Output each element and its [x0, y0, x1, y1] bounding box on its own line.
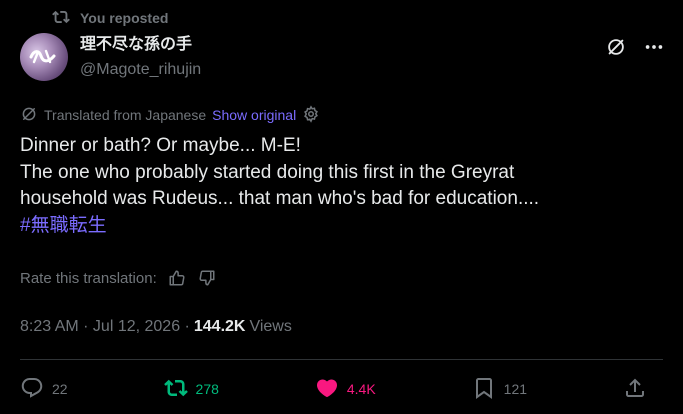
views-count: 144.2K [193, 318, 246, 335]
repost-count: 278 [195, 381, 219, 397]
display-name[interactable]: 理不尽な孫の手 [80, 35, 201, 55]
bookmark-icon [472, 376, 496, 403]
reply-icon [20, 376, 44, 403]
bookmark-button[interactable]: 121 [472, 376, 527, 403]
more-icon[interactable] [643, 36, 665, 58]
tweet-line: household was Rudeus... that man who's b… [20, 188, 540, 209]
tweet-line: Dinner or bath? Or maybe... M-E! [20, 135, 301, 156]
rate-label: Rate this translation: [20, 269, 157, 287]
actions-bar: 22 278 4.4K 121 [20, 374, 663, 404]
settings-icon[interactable] [302, 104, 320, 126]
repost-icon [163, 376, 188, 403]
like-count: 4.4K [346, 381, 376, 397]
avatar[interactable] [20, 33, 68, 81]
repost-banner-text: You reposted [80, 10, 169, 26]
translation-row: Translated from Japanese Show original [20, 104, 320, 126]
translate-icon [20, 105, 38, 126]
tweet-line: The one who probably started doing this … [20, 161, 515, 183]
timestamp[interactable]: 8:23 AM · Jul 12, 2026 · [20, 318, 190, 336]
translation-label: Translated from Japanese [44, 107, 207, 123]
reply-button[interactable]: 22 [20, 376, 68, 403]
grok-icon[interactable] [605, 36, 627, 58]
avatar-image [29, 49, 56, 64]
thumbs-up-icon[interactable] [167, 268, 187, 288]
like-button[interactable]: 4.4K [315, 376, 376, 403]
repost-banner: You reposted [52, 8, 168, 28]
repost-button[interactable]: 278 [163, 376, 219, 403]
hashtag-link[interactable]: #無職転生 [20, 213, 670, 240]
share-icon [623, 376, 647, 403]
reply-count: 22 [52, 381, 68, 397]
top-actions [605, 36, 665, 58]
tweet-text: Dinner or bath? Or maybe... M-E! The one… [20, 133, 670, 239]
bookmark-count: 121 [503, 381, 528, 397]
repost-icon [52, 8, 70, 29]
tweet-meta: 8:23 AM · Jul 12, 2026 · 144.2K Views [20, 316, 292, 338]
handle[interactable]: @Magote_rihujin [80, 60, 201, 80]
views-label: Views [249, 318, 292, 335]
divider [20, 359, 663, 360]
show-original-link[interactable]: Show original [212, 107, 296, 123]
thumbs-down-icon[interactable] [197, 268, 217, 288]
author-info[interactable]: 理不尽な孫の手 @Magote_rihujin [80, 35, 201, 80]
share-button[interactable] [623, 376, 663, 403]
rate-translation: Rate this translation: [20, 267, 217, 289]
like-icon [315, 376, 339, 403]
